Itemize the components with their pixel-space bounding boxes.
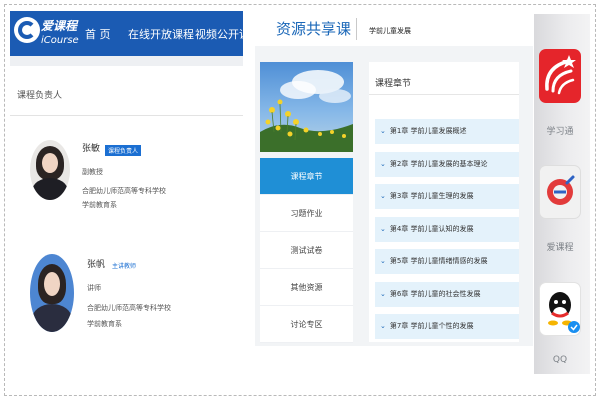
- chevron-down-icon: ⌄: [380, 127, 386, 135]
- teacher-dept: 学前教育系: [82, 201, 117, 209]
- page-title: 资源共享课: [276, 20, 352, 38]
- chapter-item[interactable]: ⌄ 第5章 学前儿童情绪情感的发展: [375, 249, 519, 274]
- top-navigation-bar: 爱课程 iCourse 首 页 在线开放课程 视频公开课: [10, 11, 243, 56]
- chapter-label: 第7章 学前儿童个性的发展: [389, 322, 474, 330]
- chevron-down-icon: ⌄: [380, 322, 386, 330]
- chapter-item[interactable]: ⌄ 第1章 学前儿童发展概述: [375, 119, 519, 144]
- section-divider: [10, 115, 243, 116]
- nav-video-courses[interactable]: 视频公开课: [195, 26, 243, 42]
- teacher-title: 讲师: [87, 284, 101, 292]
- chapter-label: 第2章 学前儿童发展的基本理论: [389, 159, 488, 168]
- role-badge: 课程负责人: [105, 145, 142, 156]
- teacher-name[interactable]: 张敏: [82, 141, 100, 154]
- teacher-dept: 学前教育系: [87, 320, 122, 328]
- chapter-item[interactable]: ⌄ 第7章 学前儿童个性的发展: [375, 314, 519, 339]
- menu-item-discussion[interactable]: 讨论专区: [260, 306, 353, 343]
- chevron-down-icon: ⌄: [380, 289, 386, 298]
- teacher-title: 副教授: [82, 168, 103, 176]
- role-badge: 主讲教师: [112, 263, 137, 270]
- chapter-panel-title: 课程章节: [375, 79, 412, 89]
- course-side-menu: 课程章节 习题作业 测试试卷 其他资源 讨论专区: [260, 158, 353, 343]
- chapter-label: 第1章 学前儿童发展概述: [389, 127, 467, 135]
- chevron-down-icon: ⌄: [380, 192, 386, 200]
- icourse-app-icon[interactable]: [539, 165, 581, 219]
- teacher-avatar: [30, 140, 70, 200]
- nav-home[interactable]: 首 页: [85, 26, 111, 42]
- chevron-down-icon: ⌄: [380, 224, 386, 233]
- teacher-avatar: [30, 254, 74, 332]
- menu-item-resources[interactable]: 其他资源: [260, 269, 353, 306]
- icourse-logo-icon[interactable]: [14, 17, 40, 43]
- course-name: 学前儿童发展: [369, 27, 411, 35]
- chapter-label: 第4章 学前儿童认知的发展: [389, 224, 474, 233]
- chapter-label: 第3章 学前儿童生理的发展: [389, 192, 474, 200]
- app-label: QQ: [552, 355, 568, 365]
- chapter-panel: 课程章节 ⌄ 第1章 学前儿童发展概述 ⌄ 第2章 学前儿童发展的基本理论 ⌄ 第3章…: [369, 62, 519, 342]
- chapter-item[interactable]: ⌄ 第2章 学前儿童发展的基本理论: [375, 151, 519, 177]
- chapter-panel-divider: [369, 94, 519, 95]
- menu-item-chapters[interactable]: 课程章节: [260, 158, 353, 195]
- teacher-org: 合肥幼儿师范高等专科学校: [87, 304, 171, 312]
- header-separator: [356, 18, 357, 40]
- chapter-list: ⌄ 第1章 学前儿童发展概述 ⌄ 第2章 学前儿童发展的基本理论 ⌄ 第3章 学前儿童…: [375, 119, 519, 347]
- nav-divider: [10, 56, 243, 66]
- nav-open-courses[interactable]: 在线开放课程: [128, 26, 194, 42]
- app-label: 学习通: [546, 127, 574, 137]
- menu-item-tests[interactable]: 测试试卷: [260, 232, 353, 269]
- chapter-label: 第5章 学前儿童情绪情感的发展: [389, 257, 488, 265]
- brand-name-en: iCourse: [41, 35, 79, 46]
- chapter-item[interactable]: ⌄ 第3章 学前儿童生理的发展: [375, 184, 519, 209]
- chapter-label: 第6章 学前儿童的社会性发展: [389, 289, 481, 298]
- menu-item-exercises[interactable]: 习题作业: [260, 195, 353, 232]
- qq-icon[interactable]: [539, 282, 581, 336]
- teacher-name[interactable]: 张帆: [87, 257, 105, 270]
- course-banner-image: [260, 62, 353, 152]
- chevron-down-icon: ⌄: [380, 257, 386, 265]
- section-title-course-leader: 课程负责人: [17, 91, 63, 101]
- teacher-org: 合肥幼儿师范高等专科学校: [82, 187, 166, 195]
- brand-name-cn: 爱课程: [41, 19, 78, 33]
- chapter-item[interactable]: ⌄ 第4章 学前儿童认知的发展: [375, 216, 519, 242]
- app-label: 爱课程: [546, 243, 574, 253]
- chevron-down-icon: ⌄: [380, 159, 386, 168]
- chapter-item[interactable]: ⌄ 第6章 学前儿童的社会性发展: [375, 281, 519, 307]
- xuexitong-icon[interactable]: [539, 49, 581, 103]
